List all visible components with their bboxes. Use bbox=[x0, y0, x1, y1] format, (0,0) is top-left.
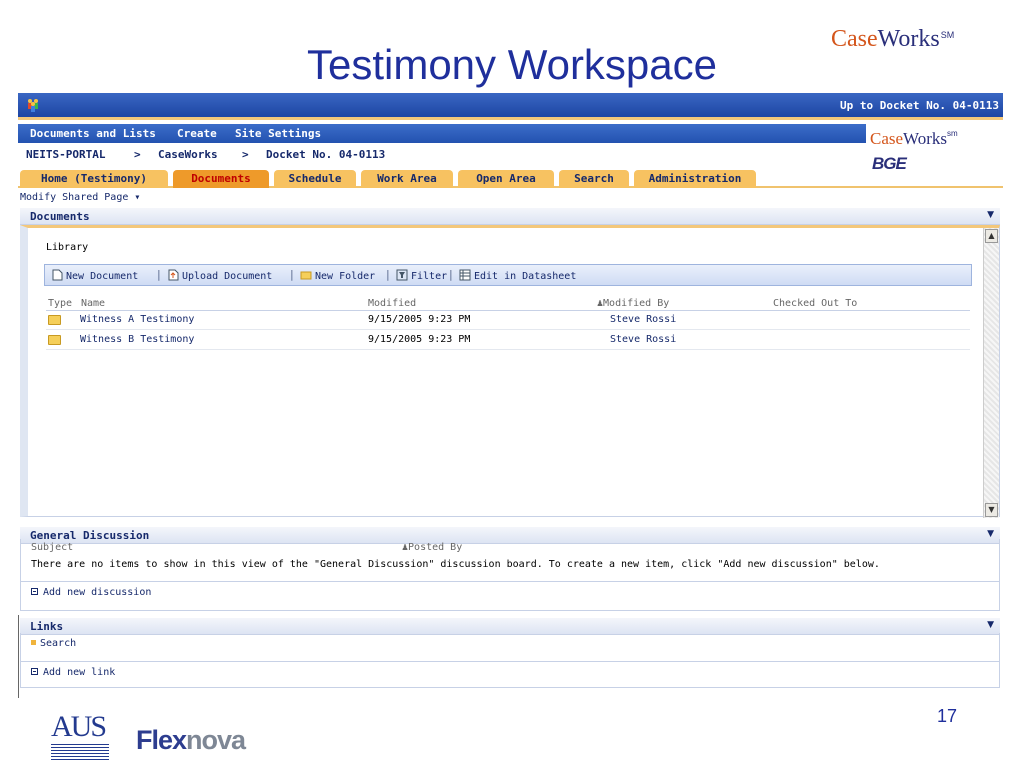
page-number: 17 bbox=[937, 706, 958, 726]
table-row[interactable]: Witness B Testimony 9/15/2005 9:23 PM St… bbox=[46, 331, 970, 350]
menu-site-settings[interactable]: Site Settings bbox=[235, 127, 321, 140]
flexnova-logo: Flexnova bbox=[136, 725, 246, 755]
caseworks-logo-top: CaseWorksSM bbox=[831, 26, 955, 52]
column-posted-by[interactable]: ♟Posted By bbox=[402, 542, 462, 553]
portal-top-bar: Up to Docket No. 04-0113 bbox=[18, 93, 1003, 120]
column-subject[interactable]: Subject bbox=[31, 542, 73, 553]
breadcrumb: NEITS-PORTAL > CaseWorks > Docket No. 04… bbox=[18, 145, 866, 163]
documents-title[interactable]: Documents bbox=[30, 210, 90, 223]
documents-web-part: Library New Document | Upload Document |… bbox=[20, 225, 1000, 518]
new-folder-button[interactable]: New Folder bbox=[300, 269, 375, 282]
folder-icon bbox=[48, 335, 61, 345]
bullet-icon bbox=[31, 640, 36, 645]
breadcrumb-separator: > bbox=[134, 148, 141, 161]
chevron-down-icon[interactable]: ▼ bbox=[987, 529, 994, 539]
vertical-scrollbar[interactable]: ▲ ▼ bbox=[983, 228, 999, 518]
library-toolbar: New Document | Upload Document | New Fol… bbox=[44, 264, 972, 286]
datasheet-icon bbox=[459, 269, 471, 281]
tab-work-area[interactable]: Work Area bbox=[361, 170, 453, 188]
tab-home-testimony[interactable]: Home (Testimony) bbox=[20, 170, 168, 188]
general-discussion-web-part: Subject ♟Posted By There are no items to… bbox=[20, 539, 1000, 611]
filter-icon bbox=[396, 269, 408, 281]
row-modified: 9/15/2005 9:23 PM bbox=[368, 314, 471, 325]
breadcrumb-neits-portal[interactable]: NEITS-PORTAL bbox=[26, 148, 105, 161]
tab-open-area[interactable]: Open Area bbox=[458, 170, 554, 188]
column-name[interactable]: Name bbox=[81, 298, 105, 309]
row-modified: 9/15/2005 9:23 PM bbox=[368, 334, 471, 345]
column-checked-out-to[interactable]: Checked Out To bbox=[773, 298, 857, 309]
table-row[interactable]: Witness A Testimony 9/15/2005 9:23 PM St… bbox=[46, 311, 970, 330]
filter-button[interactable]: Filter bbox=[396, 269, 447, 282]
links-web-part: Search Add new link bbox=[20, 633, 1000, 688]
portal-window: Up to Docket No. 04-0113 Documents and L… bbox=[18, 93, 1003, 696]
new-document-icon bbox=[51, 269, 63, 281]
new-folder-icon bbox=[300, 269, 312, 281]
row-modified-by-link[interactable]: Steve Rossi bbox=[610, 334, 676, 345]
row-name-link[interactable]: Witness B Testimony bbox=[80, 334, 194, 345]
modify-shared-page-link[interactable]: Modify Shared Page ▾ bbox=[20, 192, 140, 203]
link-item[interactable]: Search bbox=[31, 638, 76, 649]
documents-section-header: Documents ▼ bbox=[20, 208, 1000, 225]
tab-administration[interactable]: Administration bbox=[634, 170, 756, 188]
people-icon bbox=[26, 98, 40, 115]
breadcrumb-docket[interactable]: Docket No. 04-0113 bbox=[266, 148, 385, 161]
add-icon bbox=[31, 588, 38, 595]
tab-search[interactable]: Search bbox=[559, 170, 629, 188]
row-name-link[interactable]: Witness A Testimony bbox=[80, 314, 194, 325]
column-modified[interactable]: Modified bbox=[368, 298, 416, 309]
tab-schedule[interactable]: Schedule bbox=[274, 170, 356, 188]
new-document-button[interactable]: New Document bbox=[51, 269, 138, 282]
edit-in-datasheet-button[interactable]: Edit in Datasheet bbox=[459, 269, 576, 282]
folder-icon bbox=[48, 315, 61, 325]
row-modified-by-link[interactable]: Steve Rossi bbox=[610, 314, 676, 325]
add-icon bbox=[31, 668, 38, 675]
aus-logo: AUS bbox=[51, 706, 111, 764]
column-type[interactable]: Type bbox=[48, 298, 72, 309]
breadcrumb-separator: > bbox=[242, 148, 249, 161]
empty-discussion-message: There are no items to show in this view … bbox=[31, 559, 880, 570]
chevron-down-icon[interactable]: ▼ bbox=[987, 620, 994, 630]
chevron-down-icon[interactable]: ▼ bbox=[987, 210, 994, 220]
scroll-up-icon[interactable]: ▲ bbox=[985, 229, 998, 243]
up-to-docket-link[interactable]: Up to Docket No. 04-0113 bbox=[840, 99, 999, 112]
add-new-link-link[interactable]: Add new link bbox=[31, 667, 115, 678]
menu-documents-and-lists[interactable]: Documents and Lists bbox=[30, 127, 156, 140]
caseworks-logo: CaseWorkssm bbox=[870, 129, 958, 148]
library-label: Library bbox=[46, 242, 89, 253]
menu-bar: Documents and Lists Create Site Settings bbox=[18, 124, 866, 143]
tab-bar: Home (Testimony) Documents Schedule Work… bbox=[18, 167, 1003, 188]
menu-create[interactable]: Create bbox=[177, 127, 217, 140]
tab-documents[interactable]: Documents bbox=[173, 170, 269, 188]
upload-document-button[interactable]: Upload Document bbox=[167, 269, 272, 282]
scroll-down-icon[interactable]: ▼ bbox=[985, 503, 998, 517]
upload-icon bbox=[167, 269, 179, 281]
links-title[interactable]: Links bbox=[30, 620, 63, 633]
column-modified-by[interactable]: ♟Modified By bbox=[597, 298, 669, 309]
breadcrumb-caseworks[interactable]: CaseWorks bbox=[158, 148, 218, 161]
add-new-discussion-link[interactable]: Add new discussion bbox=[31, 587, 151, 598]
